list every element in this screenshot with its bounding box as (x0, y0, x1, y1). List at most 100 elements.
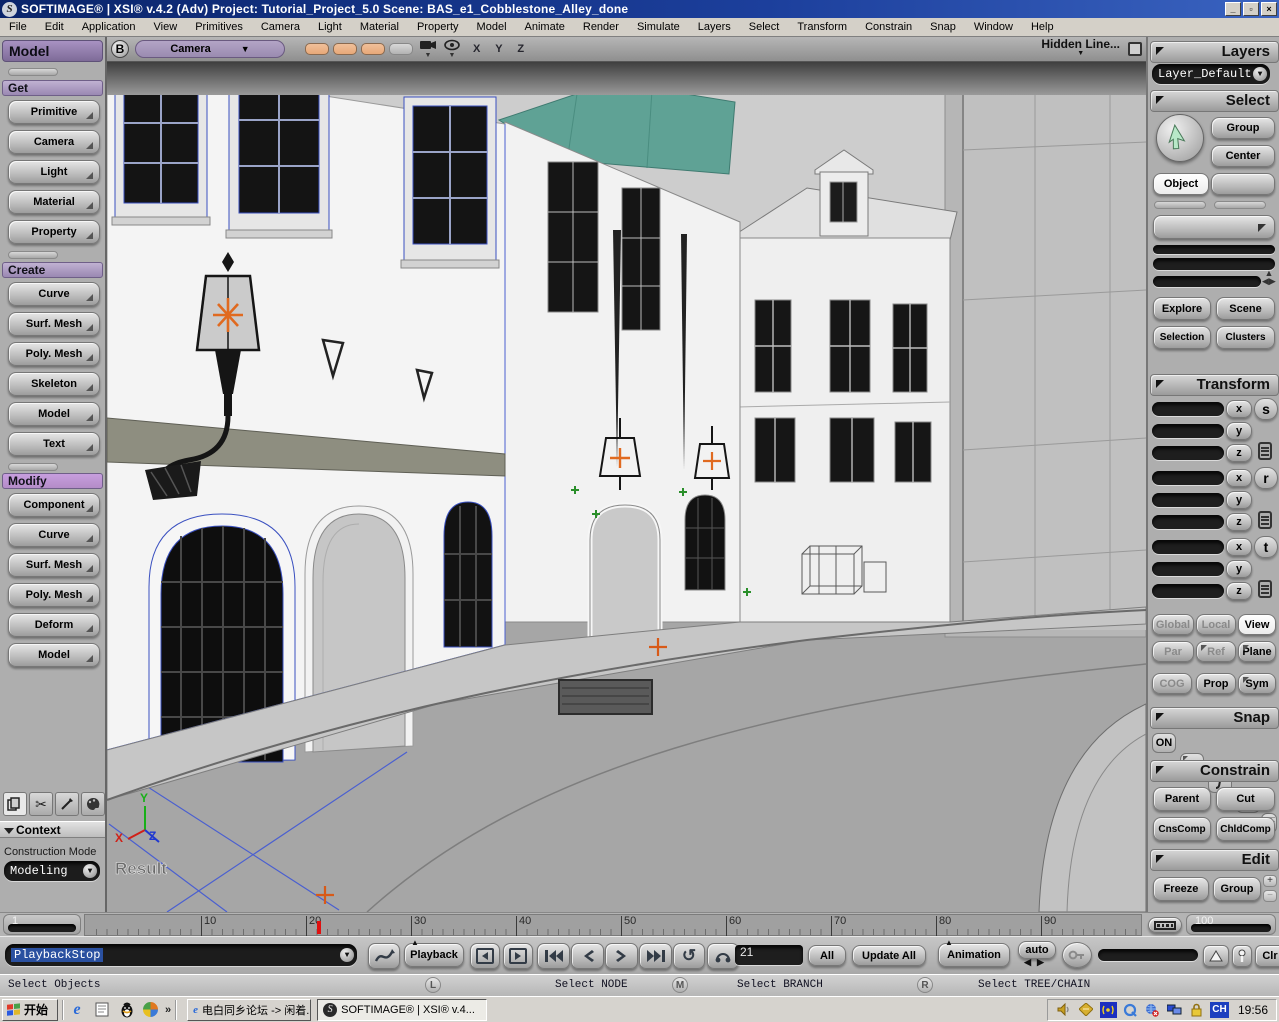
scene-button[interactable]: Scene (1216, 297, 1275, 320)
ref-plane-button[interactable]: Plane (1238, 641, 1276, 662)
modify-model-button[interactable]: Model (8, 643, 100, 667)
camera-viewport[interactable]: B Camera▼ ▼ ▼ X Y Z Hidden Line... ▼ (107, 37, 1146, 912)
interaction-curve-icon[interactable] (368, 943, 400, 969)
rotate-y-slider[interactable] (1152, 493, 1224, 507)
rotate-z-button[interactable]: z (1226, 513, 1252, 531)
constrain-chldcomp-button[interactable]: ChldComp (1216, 817, 1275, 841)
edit-group-button[interactable]: Group (1213, 877, 1261, 901)
edit-freeze-button[interactable]: Freeze (1153, 877, 1209, 901)
create-model-button[interactable]: Model (8, 402, 100, 426)
menu-animate[interactable]: Animate (516, 19, 574, 35)
create-poly-mesh-button[interactable]: Poly. Mesh (8, 342, 100, 366)
notepad-icon[interactable] (93, 1001, 111, 1019)
viewport-resize-icon[interactable] (1128, 42, 1142, 56)
axis-link-icon[interactable] (1258, 511, 1272, 529)
step-forward-button[interactable] (503, 943, 533, 969)
create-skeleton-button[interactable]: Skeleton (8, 372, 100, 396)
memo-cam-1-button[interactable] (305, 43, 329, 55)
scale-z-slider[interactable] (1152, 446, 1224, 460)
edit-minus-button[interactable]: − (1263, 890, 1277, 902)
selection-info-button[interactable] (1153, 215, 1275, 239)
end-frame-field[interactable]: 100 (1186, 914, 1276, 935)
construction-mode-dropdown[interactable]: Modeling ▼ (4, 861, 100, 881)
menu-help[interactable]: Help (1022, 19, 1063, 35)
translate-mode-button[interactable]: t (1254, 536, 1278, 558)
rotate-x-slider[interactable] (1152, 471, 1224, 485)
layer-dropdown[interactable]: Layer_Default▼ (1152, 64, 1270, 84)
quick-launch-overflow-chevron[interactable]: » (165, 1004, 171, 1016)
ref-ref-button[interactable]: Ref (1196, 641, 1236, 662)
menu-primitives[interactable]: Primitives (186, 19, 252, 35)
scale-y-button[interactable]: y (1226, 422, 1252, 440)
snap-section-header[interactable]: Snap (1150, 707, 1279, 729)
scale-mode-button[interactable]: s (1254, 398, 1278, 420)
select-section-header[interactable]: Select (1150, 90, 1279, 112)
menu-select[interactable]: Select (740, 19, 789, 35)
menu-edit[interactable]: Edit (36, 19, 73, 35)
media-player-icon[interactable] (143, 1002, 158, 1017)
get-primitive-button[interactable]: Primitive (8, 100, 100, 124)
scale-x-slider[interactable] (1152, 402, 1224, 416)
menu-model[interactable]: Model (468, 19, 516, 35)
ie-icon[interactable]: e (68, 1001, 86, 1019)
create-surf-mesh-button[interactable]: Surf. Mesh (8, 312, 100, 336)
sym-button[interactable]: Sym (1238, 673, 1276, 694)
ref-global-button[interactable]: Global (1152, 614, 1194, 635)
axis-link-icon[interactable] (1258, 442, 1272, 460)
module-selector[interactable]: Model (2, 40, 103, 62)
playback-panel-button[interactable]: ▲Playback (404, 943, 464, 967)
start-frame-field[interactable]: 1 (3, 914, 81, 935)
get-property-button[interactable]: Property (8, 220, 100, 244)
duplicate-pages-icon[interactable] (3, 792, 27, 816)
menu-window[interactable]: Window (965, 19, 1022, 35)
loop-button[interactable]: ↺ (673, 943, 705, 969)
broadcast-icon[interactable] (1100, 1002, 1117, 1018)
rotate-x-button[interactable]: x (1226, 469, 1252, 487)
selection-text-field[interactable] (1153, 258, 1275, 270)
maximize-button[interactable]: ▫ (1243, 2, 1259, 16)
snap-on-button[interactable]: ON (1152, 733, 1176, 753)
scale-z-button[interactable]: z (1226, 444, 1252, 462)
translate-x-button[interactable]: x (1226, 538, 1252, 556)
remove-key-button[interactable] (1232, 945, 1252, 967)
scissors-icon[interactable]: ✂ (29, 792, 53, 816)
translate-z-button[interactable]: z (1226, 582, 1252, 600)
selection-text-field[interactable] (1153, 245, 1275, 254)
create-curve-button[interactable]: Curve (8, 282, 100, 306)
menu-constrain[interactable]: Constrain (856, 19, 921, 35)
modify-deform-button[interactable]: Deform (8, 613, 100, 637)
select-pointer-button[interactable] (1156, 114, 1204, 162)
display-mode-dropdown[interactable]: Hidden Line... ▼ (1041, 39, 1120, 59)
memo-cam-3-button[interactable] (361, 43, 385, 55)
taskbar-clock[interactable]: 19:56 (1238, 1003, 1268, 1017)
update-all-button[interactable]: Update All (852, 945, 926, 966)
scale-y-slider[interactable] (1152, 424, 1224, 438)
translate-x-slider[interactable] (1152, 540, 1224, 554)
knife-tool-icon[interactable] (55, 792, 79, 816)
auto-key-button[interactable]: auto ◀▶ (1018, 941, 1056, 959)
viewport-b-button[interactable]: B (111, 40, 129, 58)
palette-icon[interactable] (81, 792, 105, 816)
network-icon[interactable] (1166, 1002, 1183, 1018)
step-back-button[interactable] (470, 943, 500, 969)
menu-snap[interactable]: Snap (921, 19, 965, 35)
get-material-button[interactable]: Material (8, 190, 100, 214)
language-indicator[interactable]: CH (1210, 1002, 1229, 1018)
transform-section-header[interactable]: Transform (1150, 374, 1279, 396)
menu-light[interactable]: Light (309, 19, 351, 35)
clr-button[interactable]: Clr (1255, 945, 1279, 967)
context-section-header[interactable]: Context (0, 821, 105, 838)
key-icon-button[interactable] (1062, 942, 1092, 968)
lock-icon[interactable] (1188, 1002, 1205, 1018)
globe-error-icon[interactable] (1144, 1002, 1161, 1018)
menu-camera[interactable]: Camera (252, 19, 309, 35)
clusters-button[interactable]: Clusters (1216, 326, 1275, 349)
qq-icon[interactable] (118, 1001, 136, 1019)
camera-icon[interactable]: ▼ (419, 39, 437, 60)
selection-spin-field[interactable] (1153, 276, 1261, 287)
menu-layers[interactable]: Layers (689, 19, 740, 35)
scale-x-button[interactable]: x (1226, 400, 1252, 418)
playhead[interactable] (317, 921, 321, 934)
get-camera-button[interactable]: Camera (8, 130, 100, 154)
layers-section-header[interactable]: Layers (1150, 41, 1279, 63)
